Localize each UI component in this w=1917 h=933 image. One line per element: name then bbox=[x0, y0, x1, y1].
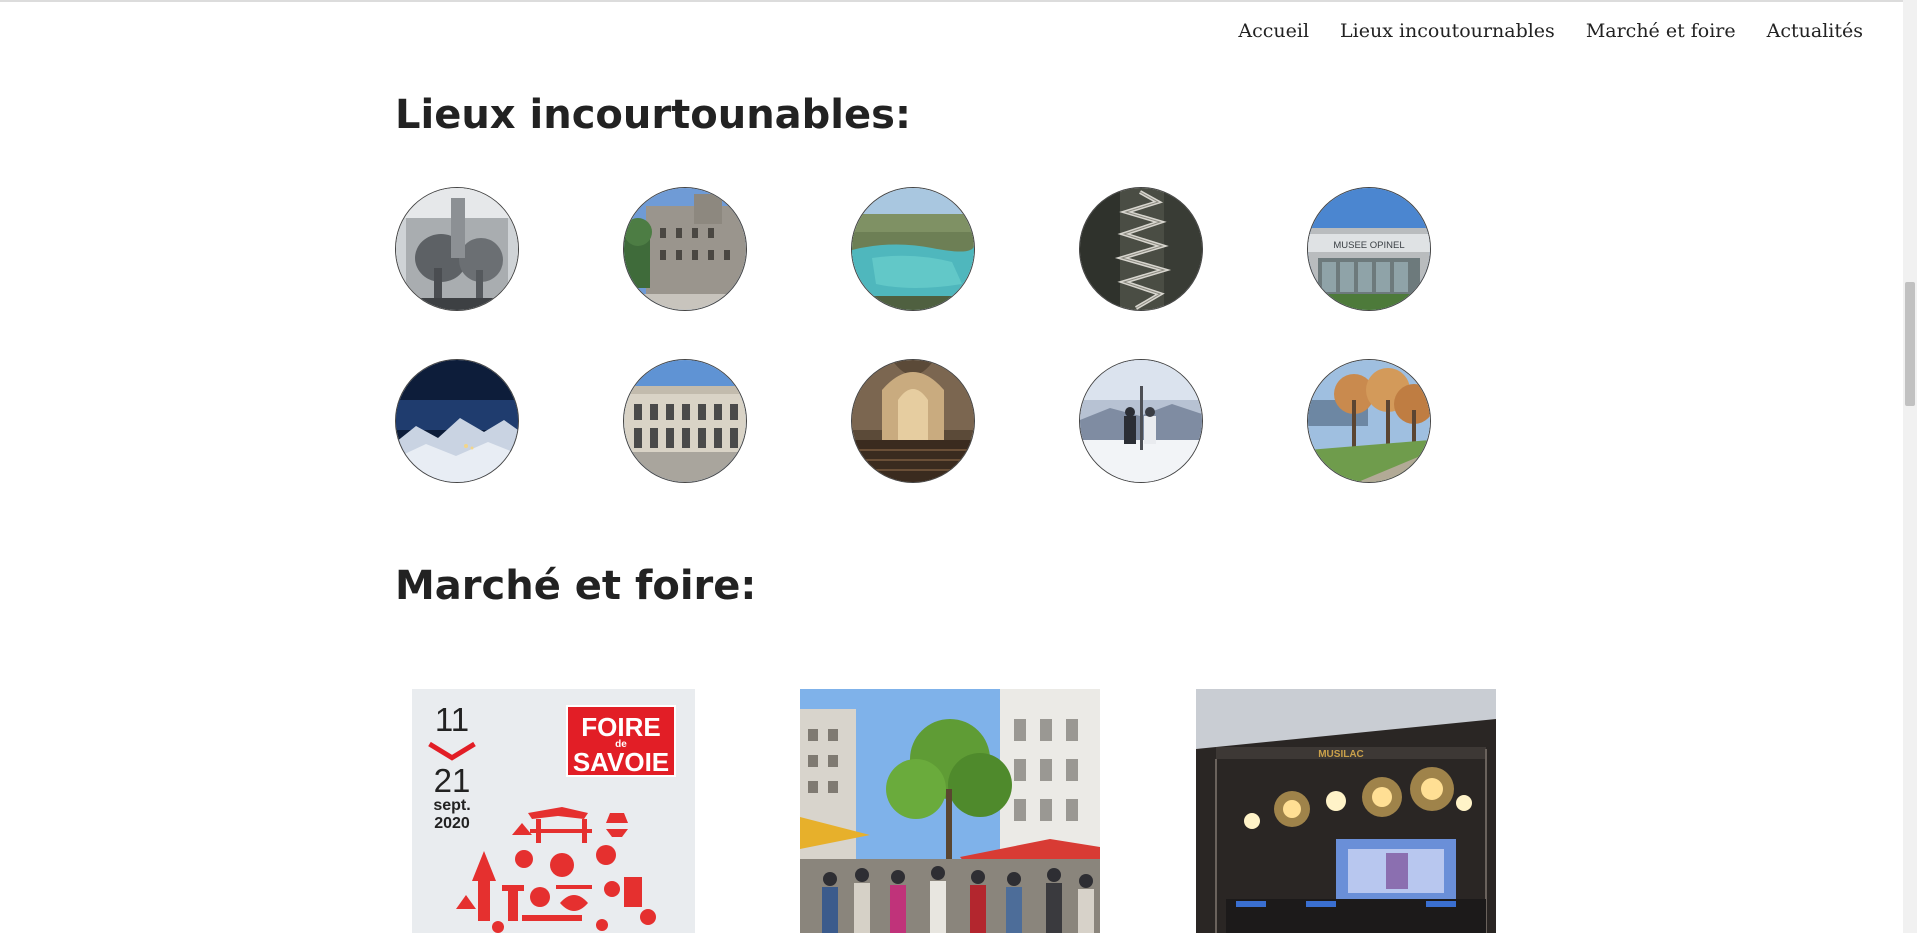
theatre-square-photo[interactable] bbox=[623, 359, 747, 483]
concert-sign: MUSILAC bbox=[1318, 749, 1364, 760]
scrollbar-thumb[interactable] bbox=[1905, 282, 1915, 406]
nav-marche[interactable]: Marché et foire bbox=[1586, 20, 1736, 42]
snowy-mountains-night-photo[interactable] bbox=[395, 359, 519, 483]
lieux-heading: Lieux incourtounables: bbox=[395, 92, 911, 138]
scrollbar[interactable] bbox=[1903, 0, 1917, 933]
opinel-museum-photo[interactable]: MUSEE OPINEL bbox=[1307, 187, 1431, 311]
lakeside-promenade-photo[interactable] bbox=[1307, 359, 1431, 483]
elephant-fountain-photo[interactable] bbox=[395, 187, 519, 311]
concert-photo[interactable]: MUSILAC bbox=[1196, 689, 1496, 933]
cathedral-interior-photo[interactable] bbox=[851, 359, 975, 483]
foire-savoie-poster[interactable]: 11 21 sept. 2020 FOIRE de SAVOIE bbox=[412, 689, 695, 933]
nav-accueil[interactable]: Accueil bbox=[1238, 20, 1309, 42]
asian-motif-circle-icon bbox=[456, 807, 656, 933]
castle-photo[interactable] bbox=[623, 187, 747, 311]
main-nav: Accueil Lieux incoutournables Marché et … bbox=[1238, 20, 1863, 42]
top-border bbox=[0, 0, 1917, 2]
market-photo[interactable] bbox=[800, 689, 1100, 933]
snowy-viewpoint-photo[interactable] bbox=[1079, 359, 1203, 483]
nav-lieux[interactable]: Lieux incoutournables bbox=[1340, 20, 1555, 42]
nav-actualites[interactable]: Actualités bbox=[1767, 20, 1863, 42]
mountain-road-photo[interactable] bbox=[1079, 187, 1203, 311]
lake-photo[interactable] bbox=[851, 187, 975, 311]
marche-heading: Marché et foire: bbox=[395, 563, 757, 609]
museum-sign: MUSEE OPINEL bbox=[1333, 240, 1404, 251]
